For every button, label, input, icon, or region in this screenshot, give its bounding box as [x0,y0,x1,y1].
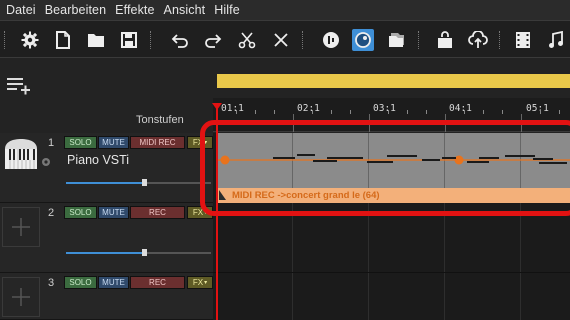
highlight-annotation [200,120,570,216]
playhead[interactable] [216,104,218,320]
ruler-label: 02:1 [297,103,320,114]
delete-icon[interactable] [270,29,292,51]
rec-button[interactable]: REC [130,206,185,219]
midi-rec-button[interactable]: MIDI REC [130,136,185,149]
toolbar-grip [4,31,7,49]
cut-icon[interactable] [236,29,258,51]
menu-bar: Datei Bearbeiten Effekte Ansicht Hilfe [0,0,570,20]
volume-slider-track [147,252,211,254]
folder-icon[interactable] [386,29,408,51]
ruler-label: 04:1 [449,103,472,114]
toolbar-separator [302,31,305,49]
rec-button[interactable]: REC [130,276,185,289]
ruler-label: 03:1 [373,103,396,114]
menu-hilfe[interactable]: Hilfe [214,3,240,17]
volume-slider-handle[interactable] [142,179,147,186]
dial-icon[interactable] [352,29,374,51]
new-file-icon[interactable] [52,29,74,51]
playhead-marker[interactable] [212,103,222,110]
solo-button[interactable]: SOLO [64,136,97,149]
ruler-label: 01:1 [221,103,244,114]
open-folder-icon[interactable] [85,29,107,51]
solo-button[interactable]: SOLO [64,206,97,219]
solo-button[interactable]: SOLO [64,276,97,289]
track-number: 1 [48,137,55,149]
music-note-icon[interactable] [545,29,567,51]
track-3-header[interactable]: 3 SOLO MUTE REC FX ▾ [0,273,213,320]
menu-datei[interactable]: Datei [6,3,36,17]
app-window: Datei Bearbeiten Effekte Ansicht Hilfe T… [0,0,570,320]
ruler-tick [274,110,275,114]
ruler-tick [255,110,256,114]
ruler-tick [388,110,389,114]
redo-icon[interactable] [202,29,224,51]
ruler-tick [331,110,332,114]
fx-label: FX [192,278,204,287]
undo-icon[interactable] [169,29,191,51]
ruler-tick [426,110,427,114]
mute-button[interactable]: MUTE [98,276,129,289]
shop-icon[interactable] [434,29,456,51]
gear-icon[interactable] [19,29,41,51]
toolbar [0,20,570,58]
ruler-tick [236,110,237,114]
ruler-tick [502,110,503,114]
gear-icon[interactable] [40,155,52,173]
fx-button[interactable]: FX ▾ [187,276,213,289]
menu-bearbeiten[interactable]: Bearbeiten [45,3,106,17]
cloud-upload-icon[interactable] [467,29,489,51]
menu-effekte[interactable]: Effekte [115,3,154,17]
ruler-tick [407,110,408,114]
track-number: 3 [48,277,55,289]
toolbar-separator [418,31,421,49]
audio-icon[interactable] [320,29,342,51]
toolbar-separator [150,31,153,49]
mute-button[interactable]: MUTE [98,136,129,149]
empty-instrument-slot[interactable] [2,277,40,317]
save-icon[interactable] [118,29,140,51]
film-icon[interactable] [512,29,534,51]
chevron-down-icon: ▾ [204,280,208,286]
loop-range[interactable] [217,74,570,88]
menu-ansicht[interactable]: Ansicht [164,3,206,17]
volume-slider[interactable] [66,182,144,184]
ruler-tick [559,110,560,114]
track-2-header[interactable]: 2 SOLO MUTE REC FX ▾ [0,203,213,273]
ruler-tick [540,110,541,114]
ruler-label: 05:1 [526,103,549,114]
lane-divider [213,272,570,273]
volume-slider[interactable] [66,252,144,254]
add-track-icon[interactable] [7,76,31,101]
piano-icon [2,137,40,177]
track-number: 2 [48,207,55,219]
track-1-header[interactable]: 1 SOLO MUTE MIDI REC FX ▾ Piano VSTi [0,133,213,203]
empty-instrument-slot[interactable] [2,207,40,247]
track-name[interactable]: Piano VSTi [67,153,129,167]
ruler-tick [464,110,465,114]
tonstufen-label: Tonstufen [136,114,184,126]
ruler-tick [350,110,351,114]
ruler-tick [312,110,313,114]
volume-slider-handle[interactable] [142,249,147,256]
ruler-tick [483,110,484,114]
mute-button[interactable]: MUTE [98,206,129,219]
toolbar-separator [499,31,502,49]
